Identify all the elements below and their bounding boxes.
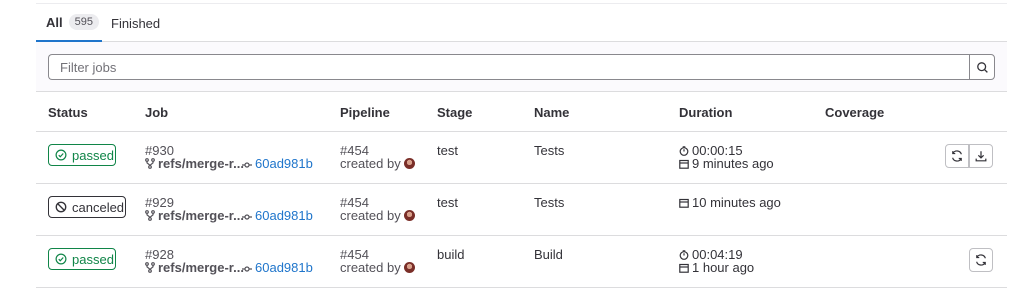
stage-value: test [437,195,458,210]
tab-all[interactable]: All 595 [36,4,102,42]
status-label: passed [72,147,114,163]
job-ref-link[interactable]: refs/merge-r... [158,208,244,223]
finished-value: 9 minutes ago [692,156,774,171]
commit-icon [242,266,252,272]
search-icon [976,61,988,73]
download-artifacts-button[interactable] [969,144,993,168]
status-badge-canceled[interactable]: canceled [48,196,126,218]
calendar-icon [679,198,689,208]
retry-button[interactable] [945,144,969,168]
download-icon [975,151,987,162]
stage-value: test [437,143,458,158]
commit-sha-link[interactable]: 60ad981b [255,208,313,223]
filter-jobs-placeholder: Filter jobs [60,60,117,75]
stage-value: build [437,247,465,262]
status-badge-passed[interactable]: passed [48,248,116,270]
status-badge-passed[interactable]: passed [48,144,116,166]
header-status: Status [48,105,88,120]
header-duration: Duration [679,105,733,120]
status-passed-icon [55,149,67,161]
jobs-table-header: Status Job Pipeline Stage Name Duration … [36,92,1007,132]
timer-icon [679,146,689,156]
created-by-label: created by [340,208,401,223]
avatar[interactable] [403,210,415,221]
table-row: canceled #929 refs/merge-r... 60ad981b #… [36,184,1007,236]
table-row: passed #928 refs/merge-r... 60ad981b #45… [36,236,1007,288]
tab-all-label: All [46,14,63,30]
branch-icon [145,262,155,273]
commit-sha-link[interactable]: 60ad981b [255,260,313,275]
status-label: passed [72,251,114,267]
status-label: canceled [72,199,125,215]
job-name-value: Tests [534,143,565,158]
job-name-value: Tests [534,195,565,210]
job-ref-link[interactable]: refs/merge-r... [158,260,244,275]
commit-sha-link[interactable]: 60ad981b [255,156,313,171]
status-canceled-icon [55,201,67,213]
header-coverage: Coverage [825,105,885,120]
avatar[interactable] [403,158,415,169]
filter-jobs-input[interactable]: Filter jobs [48,54,971,80]
finished-value: 1 hour ago [692,260,755,275]
header-name: Name [534,105,570,120]
retry-icon [952,150,962,162]
tab-all-count: 595 [68,14,99,30]
finished-value: 10 minutes ago [692,195,781,210]
header-pipeline: Pipeline [340,105,390,120]
retry-button[interactable] [969,248,993,272]
job-ref-link[interactable]: refs/merge-r... [158,156,244,171]
job-tabs: All 595 Finished [36,0,1007,42]
calendar-icon [679,263,689,273]
branch-icon [145,210,155,221]
commit-icon [242,214,252,220]
tab-finished-label: Finished [111,15,161,31]
header-job: Job [145,105,169,120]
timer-icon [679,250,689,260]
header-stage: Stage [437,105,473,120]
status-passed-icon [55,253,67,265]
avatar[interactable] [403,262,415,273]
created-by-label: created by [340,260,401,275]
table-row: passed #930 refs/merge-r... 60ad981b #45… [36,132,1007,184]
job-name-value: Build [534,247,563,262]
branch-icon [145,158,155,169]
calendar-icon [679,159,689,169]
tab-finished[interactable]: Finished [111,4,160,42]
filter-bar: Filter jobs [36,42,1007,92]
search-button[interactable] [969,54,995,80]
created-by-label: created by [340,156,401,171]
commit-icon [242,162,252,168]
retry-icon [976,254,986,266]
